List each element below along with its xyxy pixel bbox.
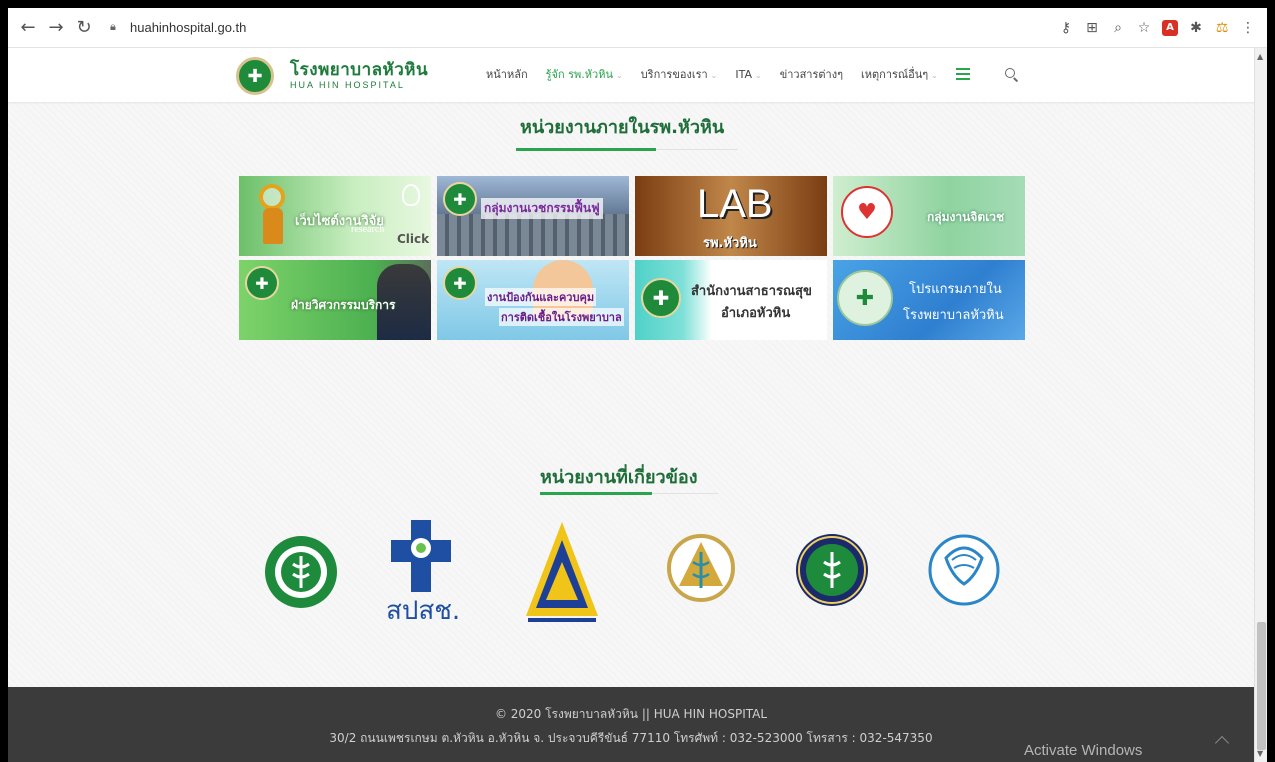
- ministry-emblem-icon: ✚: [443, 182, 477, 216]
- menu-item-about[interactable]: รู้จัก รพ.หัวหิน ⌄: [546, 65, 623, 83]
- footer-copyright: © 2020 โรงพยาบาลหัวหิน || HUA HIN HOSPIT…: [494, 707, 768, 721]
- forward-arrow-icon[interactable]: →: [42, 14, 70, 42]
- nhso-text: สปสช.: [386, 596, 461, 626]
- bookmark-star-icon[interactable]: ☆: [1133, 17, 1155, 39]
- browser-window: ← → ↻ 🔒︎ huahinhospital.go.th ⚷ ⊞ ⌕ ☆ A …: [8, 8, 1267, 762]
- agency-comptroller-general[interactable]: [926, 516, 1002, 628]
- tile-lab[interactable]: LAB รพ.หัวหิน: [635, 176, 827, 256]
- agency-provincial-health-office[interactable]: [794, 516, 870, 628]
- tile-label: สำนักงานสาธารณสุข: [691, 284, 812, 299]
- reload-icon[interactable]: ↻: [70, 14, 98, 42]
- hospital-logo-icon[interactable]: ✚: [236, 57, 274, 95]
- browser-actions: ⚷ ⊞ ⌕ ☆ A ✱ ⚖ ⋮: [1055, 17, 1259, 39]
- ministry-emblem-icon: ✚: [641, 278, 681, 318]
- researcher-magnifier-icon: [253, 184, 291, 246]
- address-bar[interactable]: 🔒︎ huahinhospital.go.th: [104, 14, 252, 42]
- menu-item-services[interactable]: บริการของเรา ⌄: [641, 65, 718, 83]
- chevron-down-icon: ⌄: [931, 71, 938, 80]
- tile-psychiatry[interactable]: ♥ กลุ่มงานจิตเวช: [833, 176, 1025, 256]
- tile-label: กลุ่มงานจิตเวช: [927, 210, 1005, 224]
- section-divider: [516, 148, 738, 151]
- internal-units-title: หน่วยงานภายในรพ.หัวหิน: [520, 117, 725, 138]
- related-units-title: หน่วยงานที่เกี่ยวข้อง: [540, 467, 698, 488]
- heart-person-logo-icon: ♥: [841, 186, 893, 238]
- menu-label: ข่าวสารต่างๆ: [779, 68, 843, 81]
- logo-title-english[interactable]: HUA HIN HOSPITAL: [290, 80, 405, 90]
- tile-sub: อำเภอหัวหิน: [721, 306, 791, 321]
- ministry-emblem-icon: ✚: [443, 266, 477, 300]
- menu-label: รู้จัก รพ.หัวหิน: [545, 68, 613, 81]
- pdf-extension-icon[interactable]: A: [1162, 19, 1178, 36]
- tile-sub: รพ.หัวหิน: [703, 236, 757, 251]
- comptroller-general-department-logo-icon: [928, 534, 1000, 606]
- tile-label: LAB: [697, 182, 773, 226]
- search-icon[interactable]: [1004, 67, 1018, 81]
- lock-icon: 🔒︎: [110, 20, 116, 33]
- menu-label: เหตุการณ์อื่นๆ: [861, 68, 929, 81]
- browser-toolbar: ← → ↻ 🔒︎ huahinhospital.go.th ⚷ ⊞ ⌕ ☆ A …: [8, 8, 1267, 48]
- page-viewport: ✚ โรงพยาบาลหัวหิน HUA HIN HOSPITAL หน้าห…: [8, 48, 1267, 762]
- tile-label: ฝ่ายวิศวกรรมบริการ: [291, 298, 396, 312]
- chevron-down-icon: ⌄: [710, 71, 718, 80]
- scroll-down-icon[interactable]: ▼: [1257, 749, 1263, 758]
- menu-item-news[interactable]: ข่าวสารต่างๆ: [780, 65, 843, 83]
- tile-label: กลุ่มงานเวชกรรมฟื้นฟู: [481, 198, 603, 219]
- agency-prachuap-hospital[interactable]: [665, 516, 737, 628]
- hamburger-menu-icon[interactable]: [955, 68, 970, 80]
- back-to-top-icon[interactable]: [1213, 734, 1233, 748]
- section-divider: [540, 492, 718, 495]
- prachuap-hospital-logo-icon: [667, 534, 735, 602]
- social-security-office-logo-icon: [526, 522, 598, 622]
- chevron-down-icon: ⌄: [615, 71, 623, 80]
- translate-icon[interactable]: ⊞: [1081, 17, 1103, 39]
- lightbulb-icon: [402, 184, 420, 206]
- menu-label: บริการของเรา: [640, 68, 708, 81]
- menu-item-ita[interactable]: ITA ⌄: [735, 68, 761, 81]
- menu-label: หน้าหลัก: [486, 68, 528, 81]
- tile-engineering[interactable]: ✚ ฝ่ายวิศวกรรมบริการ: [239, 260, 431, 340]
- tile-sub: การติดเชื้อในโรงพยาบาล: [499, 308, 624, 326]
- scales-extension-icon[interactable]: ⚖: [1211, 17, 1233, 39]
- tile-sub: research: [351, 224, 385, 235]
- tile-label: งานป้องกันและควบคุม: [485, 288, 597, 306]
- browser-menu-icon[interactable]: ⋮: [1237, 17, 1259, 39]
- logo-title-thai[interactable]: โรงพยาบาลหัวหิน: [290, 56, 428, 83]
- menu-item-events[interactable]: เหตุการณ์อื่นๆ ⌄: [861, 65, 938, 83]
- tile-click: Click: [397, 232, 430, 246]
- tile-infection-control[interactable]: ✚ งานป้องกันและควบคุม การติดเชื้อในโรงพย…: [437, 260, 629, 340]
- scrollbar-thumb[interactable]: [1257, 622, 1266, 750]
- url-text: huahinhospital.go.th: [130, 20, 247, 35]
- main-menu: หน้าหลัก รู้จัก รพ.หัวหิน ⌄ บริการของเรา ⌄…: [486, 65, 1018, 83]
- ministry-of-public-health-seal-icon: [265, 536, 337, 608]
- tile-research[interactable]: เว็บไซต์งานวิจัย research Click: [239, 176, 431, 256]
- zoom-icon[interactable]: ⌕: [1107, 17, 1129, 39]
- tile-district-health[interactable]: ✚ สำนักงานสาธารณสุข อำเภอหัวหิน: [635, 260, 827, 340]
- page-scrollbar[interactable]: ▲ ▼: [1254, 48, 1267, 762]
- chevron-down-icon: ⌄: [755, 70, 762, 80]
- ministry-emblem-icon: ✚: [837, 270, 893, 326]
- agency-ministry-public-health[interactable]: [263, 516, 339, 628]
- site-header: ✚ โรงพยาบาลหัวหิน HUA HIN HOSPITAL หน้าห…: [8, 48, 1254, 102]
- agency-social-security[interactable]: [522, 516, 602, 628]
- menu-label: ITA: [735, 67, 753, 81]
- ministry-emblem-icon: ✚: [245, 266, 279, 300]
- agency-nhso[interactable]: สปสช.: [386, 516, 460, 628]
- tile-sub: โรงพยาบาลหัวหิน: [903, 308, 1004, 323]
- provincial-health-office-seal-icon: [796, 534, 868, 606]
- extensions-puzzle-icon[interactable]: ✱: [1185, 17, 1207, 39]
- tile-label: โปรแกรมภายใน: [909, 282, 1002, 297]
- key-icon[interactable]: ⚷: [1055, 17, 1077, 39]
- scroll-up-icon[interactable]: ▲: [1257, 52, 1263, 61]
- tile-internal-programs[interactable]: ✚ โปรแกรมภายใน โรงพยาบาลหัวหิน: [833, 260, 1025, 340]
- nhso-logo-icon: [391, 520, 451, 592]
- back-arrow-icon[interactable]: ←: [14, 14, 42, 42]
- building-photo-icon: [437, 214, 629, 256]
- activate-windows-watermark: Activate Windows: [1024, 742, 1143, 759]
- menu-item-home[interactable]: หน้าหลัก: [486, 65, 528, 83]
- tile-rehab[interactable]: ✚ กลุ่มงานเวชกรรมฟื้นฟู: [437, 176, 629, 256]
